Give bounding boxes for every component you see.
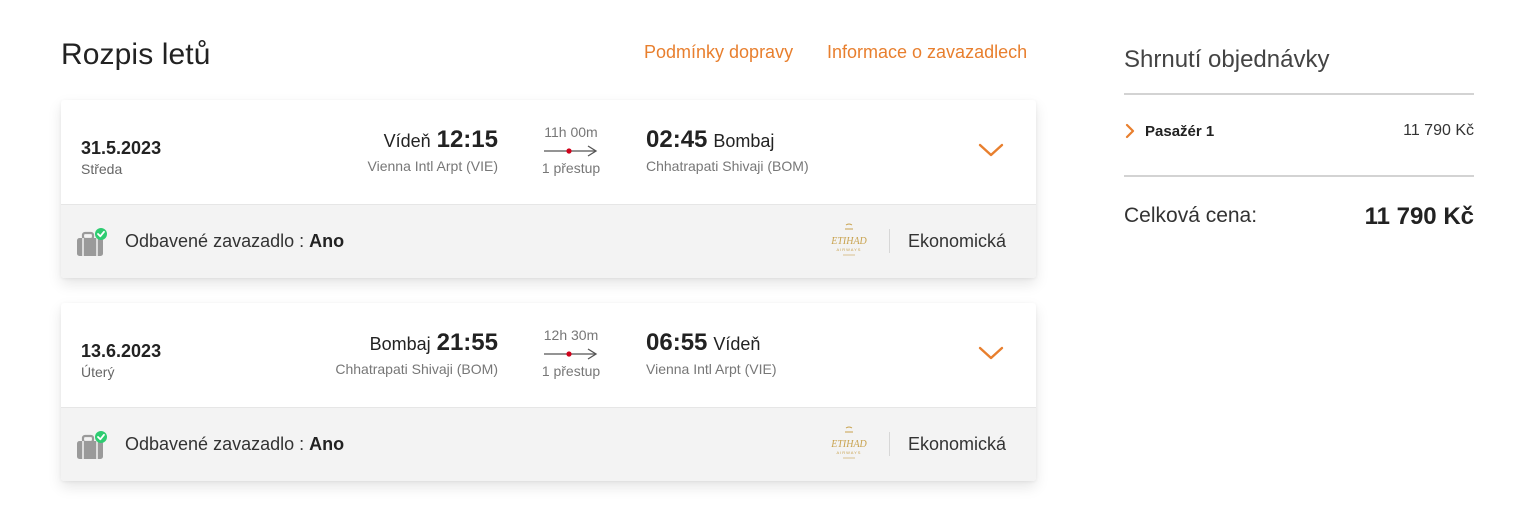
passenger-label: Pasažér 1 [1145,123,1215,140]
suitcase-icon [77,431,107,459]
cabin-class: Ekonomická [908,231,1007,251]
flight-details-bar: Odbavené zavazadlo : Ano ETIHAD AIRWAYS … [61,205,1036,278]
flight-weekday: Středa [81,161,123,177]
flight-route: 12h 30m 1 přestup [531,327,611,379]
route-arrow-icon [544,348,598,360]
arrival-city: Bombaj [713,131,775,151]
departure-airport: Vienna Intl Arpt (VIE) [367,158,498,174]
checked-baggage-value: Ano [309,434,345,454]
flight-weekday: Úterý [81,364,115,380]
divider [889,229,890,253]
airline-logo-subtext: AIRWAYS [837,450,862,455]
departure-info: Vídeň 12:15 Vienna Intl Arpt (VIE) [368,126,498,174]
departure-city: Vídeň [383,131,431,151]
flight-summary: 13.6.2023 Úterý Bombaj 21:55 Chhatrapati… [61,303,1036,408]
airline-logo-subtext: AIRWAYS [837,247,862,252]
flight-card-outbound: 31.5.2023 Středa Vídeň 12:15 Vienna Intl… [61,100,1036,278]
departure-city: Bombaj [369,334,431,354]
passenger-price: 11 790 Kč [1403,122,1474,139]
departure-time: 12:15 [436,126,498,153]
flight-date: 13.6.2023 [81,341,162,361]
divider [889,432,890,456]
arrival-airport: Chhatrapati Shivaji (BOM) [646,158,809,174]
transport-conditions-link[interactable]: Podmínky dopravy [644,42,793,63]
arrival-info: 02:45 Bombaj Chhatrapati Shivaji (BOM) [646,126,809,174]
passenger-row[interactable]: Pasažér 1 11 790 Kč [1124,120,1474,144]
chevron-down-icon[interactable] [976,138,1006,162]
order-summary-title: Shrnutí objednávky [1124,46,1330,73]
departure-info: Bombaj 21:55 Chhatrapati Shivaji (BOM) [335,329,498,377]
airline-logo-text: ETIHAD [830,236,867,247]
flight-stops: 1 přestup [541,363,601,379]
flight-duration: 11h 00m [544,124,598,140]
checked-baggage-info: Odbavené zavazadlo : Ano [125,231,344,252]
departure-airport: Chhatrapati Shivaji (BOM) [335,361,498,377]
checked-baggage-label: Odbavené zavazadlo : [125,434,310,454]
baggage-info-link[interactable]: Informace o zavazadlech [827,42,1027,63]
total-price-value: 11 790 Kč [1364,203,1474,230]
arrival-time: 06:55 [646,329,708,356]
flight-duration: 12h 30m [543,327,599,343]
flight-date: 31.5.2023 [81,138,162,158]
checked-baggage-value: Ano [309,231,345,251]
flight-route: 11h 00m 1 přestup [531,124,611,176]
etihad-logo-icon: ETIHAD AIRWAYS [830,426,868,459]
arrival-airport: Vienna Intl Arpt (VIE) [646,361,777,377]
suitcase-icon [77,228,107,256]
route-arrow-icon [544,145,598,157]
flight-summary: 31.5.2023 Středa Vídeň 12:15 Vienna Intl… [61,100,1036,205]
flight-card-return: 13.6.2023 Úterý Bombaj 21:55 Chhatrapati… [61,303,1036,481]
divider [1124,175,1474,177]
airline-logo-text: ETIHAD [830,439,867,450]
departure-time: 21:55 [436,329,498,356]
flight-details-bar: Odbavené zavazadlo : Ano ETIHAD AIRWAYS … [61,408,1036,481]
chevron-down-icon[interactable] [976,341,1006,365]
etihad-logo-icon: ETIHAD AIRWAYS [830,223,868,256]
checked-baggage-info: Odbavené zavazadlo : Ano [125,434,344,455]
arrival-city: Vídeň [713,334,761,354]
flight-stops: 1 přestup [541,160,601,176]
page-title: Rozpis letů [61,38,211,71]
divider [1124,93,1474,95]
checked-baggage-label: Odbavené zavazadlo : [125,231,310,251]
chevron-right-icon [1125,123,1135,139]
arrival-time: 02:45 [646,126,708,153]
total-price-label: Celková cena: [1124,204,1258,227]
cabin-class: Ekonomická [908,434,1007,454]
arrival-info: 06:55 Vídeň Vienna Intl Arpt (VIE) [646,329,776,377]
